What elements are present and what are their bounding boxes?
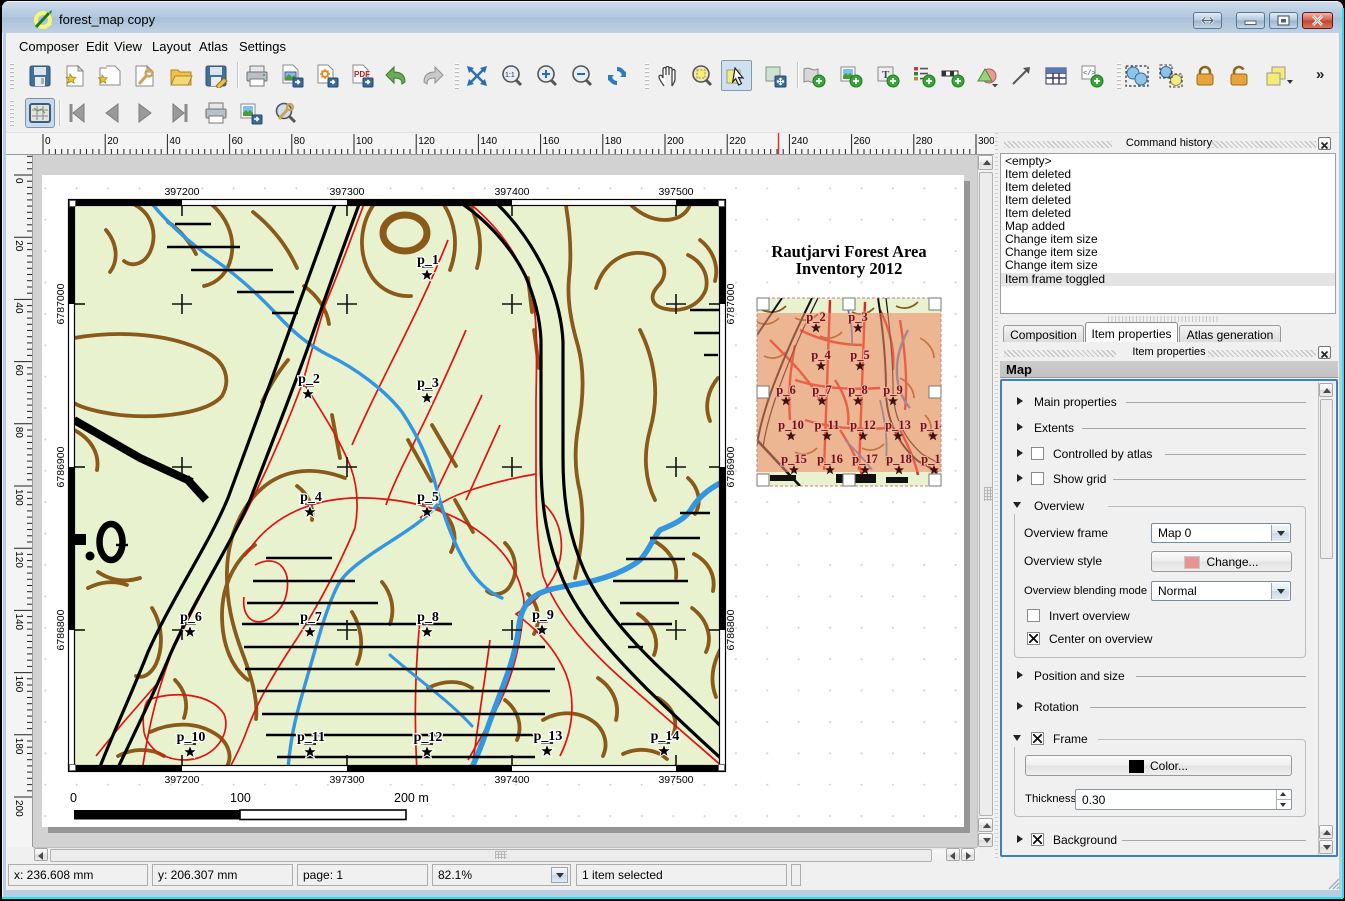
svg-text:p_18: p_18 <box>886 452 912 466</box>
svg-text:6786900: 6786900 <box>55 446 67 487</box>
svg-text:p_7: p_7 <box>812 383 831 397</box>
svg-text:p_12: p_12 <box>414 730 443 745</box>
svg-text:p_3: p_3 <box>417 376 439 391</box>
svg-text:p_9: p_9 <box>532 608 554 623</box>
svg-text:397300: 397300 <box>329 186 364 198</box>
svg-text:p_1: p_1 <box>417 253 439 268</box>
svg-text:0: 0 <box>70 791 77 805</box>
svg-text:p_8: p_8 <box>417 610 439 625</box>
svg-text:397300: 397300 <box>329 774 364 786</box>
svg-text:6787000: 6787000 <box>55 283 67 324</box>
svg-text:p_10: p_10 <box>177 730 206 745</box>
svg-text:p_6: p_6 <box>776 383 795 397</box>
svg-text:p_14: p_14 <box>651 729 680 744</box>
svg-text:p_19: p_19 <box>921 452 947 466</box>
svg-text:p_3: p_3 <box>848 310 867 324</box>
svg-text:397500: 397500 <box>658 774 693 786</box>
svg-text:Inventory 2012: Inventory 2012 <box>796 259 903 278</box>
svg-text:100: 100 <box>230 791 251 805</box>
svg-text:397500: 397500 <box>658 186 693 198</box>
svg-text:397200: 397200 <box>164 774 199 786</box>
svg-text:p_13: p_13 <box>534 729 563 744</box>
svg-text:p_4: p_4 <box>300 490 322 505</box>
svg-text:p_4: p_4 <box>811 348 831 362</box>
svg-text:p_2: p_2 <box>298 372 320 387</box>
svg-text:6786900: 6786900 <box>725 446 737 487</box>
svg-text:p_15: p_15 <box>781 452 807 466</box>
svg-text:p_5: p_5 <box>417 490 439 505</box>
svg-text:397400: 397400 <box>494 186 529 198</box>
svg-text:6786800: 6786800 <box>55 609 67 650</box>
svg-text:6786800: 6786800 <box>725 609 737 650</box>
svg-text:p_11: p_11 <box>814 418 839 432</box>
svg-text:p_12: p_12 <box>850 418 876 432</box>
svg-text:p_9: p_9 <box>883 383 902 397</box>
svg-text:p_16: p_16 <box>817 452 843 466</box>
svg-text:200 m: 200 m <box>394 791 429 805</box>
svg-text:p_17: p_17 <box>852 452 878 466</box>
svg-text:397200: 397200 <box>164 186 199 198</box>
svg-text:6787000: 6787000 <box>725 283 737 324</box>
svg-text:p_8: p_8 <box>848 383 867 397</box>
svg-text:p_7: p_7 <box>300 610 322 625</box>
svg-text:p_13: p_13 <box>885 418 911 432</box>
svg-text:p_14: p_14 <box>920 418 946 432</box>
svg-text:p_5: p_5 <box>850 348 869 362</box>
svg-text:p_11: p_11 <box>297 730 325 745</box>
svg-text:397400: 397400 <box>494 774 529 786</box>
svg-text:p_6: p_6 <box>180 610 202 625</box>
svg-text:p_2: p_2 <box>806 310 825 324</box>
svg-text:p_10: p_10 <box>778 418 804 432</box>
